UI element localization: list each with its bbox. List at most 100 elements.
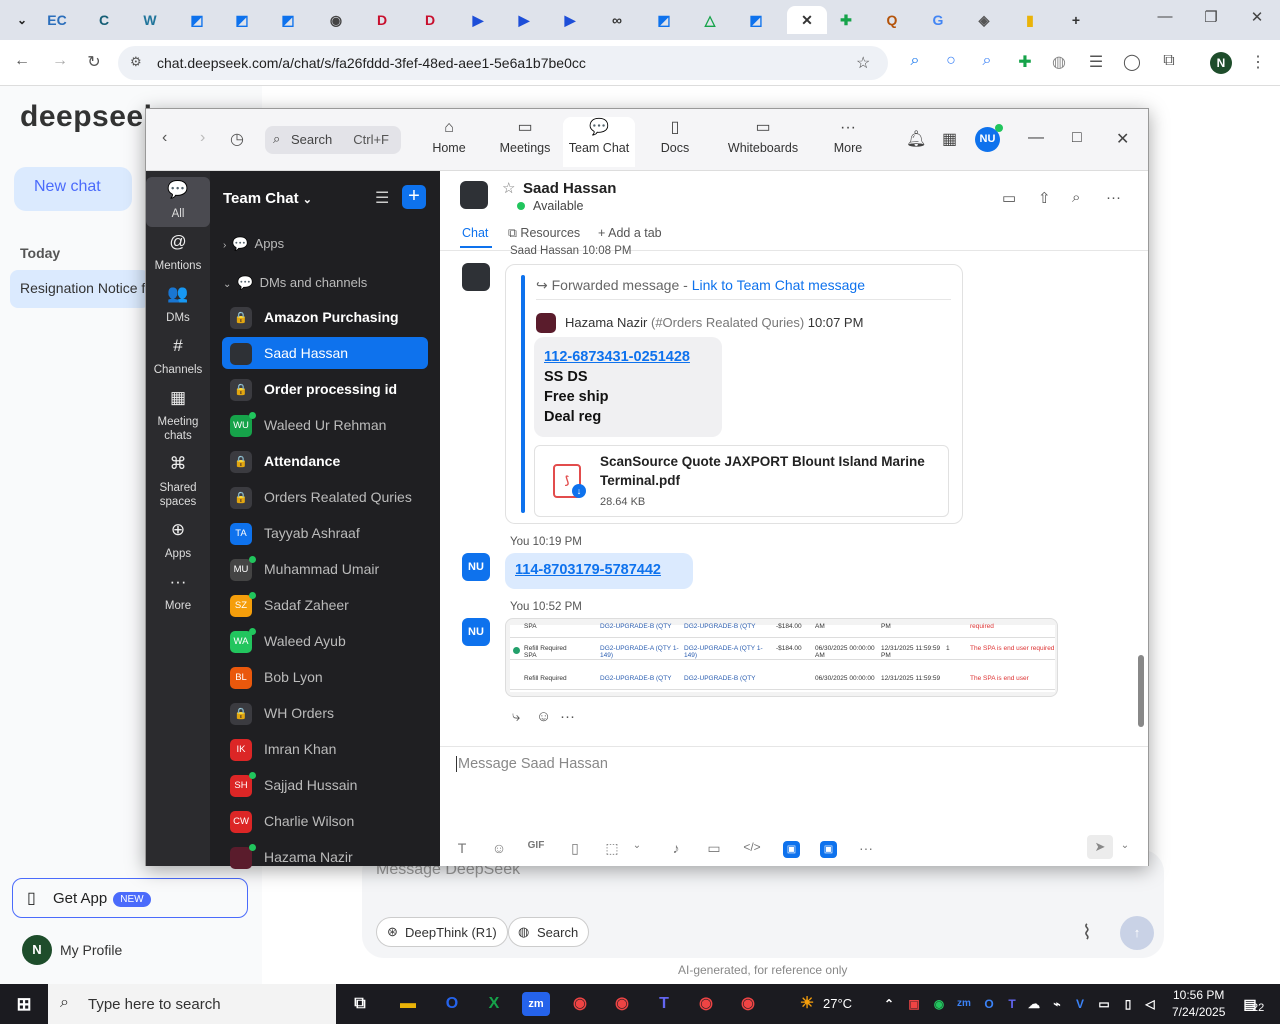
history-item[interactable]: Resignation Notice f xyxy=(10,270,150,308)
chrome-tray-icon[interactable]: ◉ xyxy=(925,992,953,1016)
bell-icon[interactable]: 🔔︎ xyxy=(906,129,926,149)
download-icon[interactable]: ↓ xyxy=(572,484,586,498)
browser-menu-icon[interactable]: ⋮ xyxy=(1247,52,1269,72)
browser-tab[interactable]: ▮ xyxy=(1010,6,1050,34)
message-input[interactable]: Message Saad Hassan xyxy=(456,756,608,772)
tab-docs[interactable]: ▯ Docs xyxy=(644,117,706,167)
browser-tab[interactable]: ∞ xyxy=(597,6,637,34)
avatar[interactable] xyxy=(462,263,490,291)
channel-item[interactable]: 🔒 Order processing id xyxy=(222,373,428,405)
chrome-icon[interactable]: ◉ xyxy=(608,992,636,1016)
chrome-icon[interactable]: ◉ xyxy=(692,992,720,1016)
browser-tab[interactable]: C xyxy=(84,6,124,34)
avatar[interactable] xyxy=(460,181,488,209)
rail-item-channels[interactable]: # Channels xyxy=(146,333,210,383)
tab-home[interactable]: ⌂ Home xyxy=(419,117,479,167)
add-button[interactable]: + xyxy=(402,185,426,209)
new-tab-button[interactable]: + xyxy=(1056,6,1096,34)
teams-icon[interactable]: T xyxy=(650,992,678,1016)
chrome-icon[interactable]: ◉ xyxy=(566,992,594,1016)
microphone-icon[interactable]: ♪ xyxy=(665,840,687,856)
profile-avatar[interactable]: N xyxy=(1210,52,1232,74)
pdf-tray-icon[interactable]: ▣ xyxy=(900,992,928,1016)
bookmark-star-icon[interactable]: ☆ xyxy=(856,53,870,73)
browser-tab[interactable]: Q xyxy=(872,6,912,34)
channel-item[interactable]: MU Muhammad Umair xyxy=(222,553,428,585)
my-profile-link[interactable]: My Profile xyxy=(60,942,122,958)
chrome-icon[interactable]: ◉ xyxy=(734,992,762,1016)
zoom-app-icon[interactable]: zm xyxy=(522,992,550,1016)
reply-icon[interactable]: ⤷ xyxy=(512,708,520,725)
browser-tab[interactable]: ▶ xyxy=(458,6,498,34)
search-extension-icon[interactable]: ⌕ xyxy=(904,52,926,70)
tab-more[interactable]: ··· More xyxy=(822,117,874,167)
list-extension-icon[interactable]: ☰ xyxy=(1085,52,1107,72)
history-icon[interactable]: ◷ xyxy=(230,129,244,149)
plus-extension-icon[interactable]: ✚ xyxy=(1014,52,1036,72)
section-apps[interactable]: › 💬 Apps xyxy=(223,236,284,252)
avatar[interactable]: NU xyxy=(462,618,490,646)
channel-item[interactable]: Saad Hassan xyxy=(222,337,428,369)
browser-tab[interactable]: ✚ xyxy=(826,6,866,34)
file-icon[interactable]: ▯ xyxy=(564,840,586,857)
weather-icon[interactable]: ☀ xyxy=(793,992,821,1016)
tab-search-dropdown[interactable]: ⌄ xyxy=(2,6,42,34)
avatar[interactable] xyxy=(536,313,556,333)
close-icon[interactable]: ✕ xyxy=(801,12,813,29)
browser-tab[interactable]: ◩ xyxy=(644,6,684,34)
close-button[interactable]: ✕ xyxy=(1116,129,1129,149)
rail-item-apps[interactable]: ⊕ Apps xyxy=(146,517,210,567)
team-chat-message-link[interactable]: Link to Team Chat message xyxy=(692,277,865,293)
channel-item[interactable]: BL Bob Lyon xyxy=(222,661,428,693)
maximize-button[interactable]: □ xyxy=(1072,129,1082,147)
rail-item-all[interactable]: 💬 All xyxy=(146,177,210,227)
deepthink-button[interactable]: ⊛ DeepThink (R1) xyxy=(376,917,508,947)
channel-item[interactable]: Hazama Nazir xyxy=(222,841,428,873)
channel-item[interactable]: 🔒 Attendance xyxy=(222,445,428,477)
browser-tab[interactable]: D xyxy=(410,6,450,34)
site-info-icon[interactable]: ⚙ xyxy=(130,54,142,70)
search-icon[interactable]: ⌕ xyxy=(1072,189,1080,206)
circle-outline-extension-icon[interactable]: ◯ xyxy=(1121,52,1143,72)
minimize-button[interactable]: — xyxy=(1150,8,1180,32)
clock[interactable]: 10:56 PM 7/24/2025 xyxy=(1172,987,1225,1021)
chevron-down-icon[interactable]: ⌄ xyxy=(626,840,648,851)
app-icon[interactable]: ▣ xyxy=(783,841,800,858)
channel-item[interactable]: SZ Sadaf Zaheer xyxy=(222,589,428,621)
more-icon[interactable]: ··· xyxy=(855,840,877,856)
screenshot-icon[interactable]: ⬚ xyxy=(601,840,623,857)
chevron-down-icon[interactable]: ⌄ xyxy=(1114,840,1136,851)
order-link[interactable]: 112-6873431-0251428 xyxy=(544,349,690,365)
rail-item-mentions[interactable]: @ Mentions xyxy=(146,229,210,279)
channel-item[interactable]: CW Charlie Wilson xyxy=(222,805,428,837)
back-icon[interactable]: ‹ xyxy=(162,129,167,147)
address-bar[interactable]: ⚙ chat.deepseek.com/a/chat/s/fa26fddd-3f… xyxy=(118,46,888,80)
back-icon[interactable]: ← xyxy=(11,52,33,70)
team-chat-title[interactable]: Team Chat ⌄ xyxy=(223,190,312,207)
rail-item-dms[interactable]: 👥 DMs xyxy=(146,281,210,331)
order-link[interactable]: 114-8703179-5787442 xyxy=(515,562,661,578)
browser-tab[interactable]: W xyxy=(130,6,170,34)
calendar-icon[interactable]: ▦ xyxy=(942,129,957,149)
rail-item-shared-spaces[interactable]: ⌘ Shared spaces xyxy=(146,451,210,515)
channel-item[interactable]: 🔒 WH Orders xyxy=(222,697,428,729)
channel-item[interactable]: WU Waleed Ur Rehman xyxy=(222,409,428,441)
get-app-button[interactable]: ▯ Get App NEW xyxy=(12,878,248,918)
format-text-icon[interactable]: T xyxy=(451,840,473,856)
browser-tab[interactable]: ▶ xyxy=(504,6,544,34)
windows-start-icon[interactable]: ⊞ xyxy=(10,992,38,1016)
minimize-button[interactable]: — xyxy=(1028,129,1044,147)
tab-whiteboards[interactable]: ▭ Whiteboards xyxy=(720,117,806,167)
send-button[interactable]: ↑ xyxy=(1120,916,1154,950)
emoji-icon[interactable]: ☺ xyxy=(488,840,510,856)
browser-tab[interactable]: ◩ xyxy=(268,6,308,34)
browser-tab[interactable]: ◩ xyxy=(177,6,217,34)
circle-extension-icon[interactable]: ○ xyxy=(940,52,962,70)
url-text[interactable]: chat.deepseek.com/a/chat/s/fa26fddd-3fef… xyxy=(157,55,586,71)
tab-team-chat[interactable]: 💬 Team Chat xyxy=(563,117,635,167)
browser-tab[interactable]: ◈ xyxy=(964,6,1004,34)
new-chat-button[interactable]: New chat xyxy=(14,167,132,211)
more-icon[interactable]: ··· xyxy=(1106,189,1121,206)
browser-tab[interactable]: △ xyxy=(690,6,730,34)
gif-icon[interactable]: GIF xyxy=(525,840,547,851)
